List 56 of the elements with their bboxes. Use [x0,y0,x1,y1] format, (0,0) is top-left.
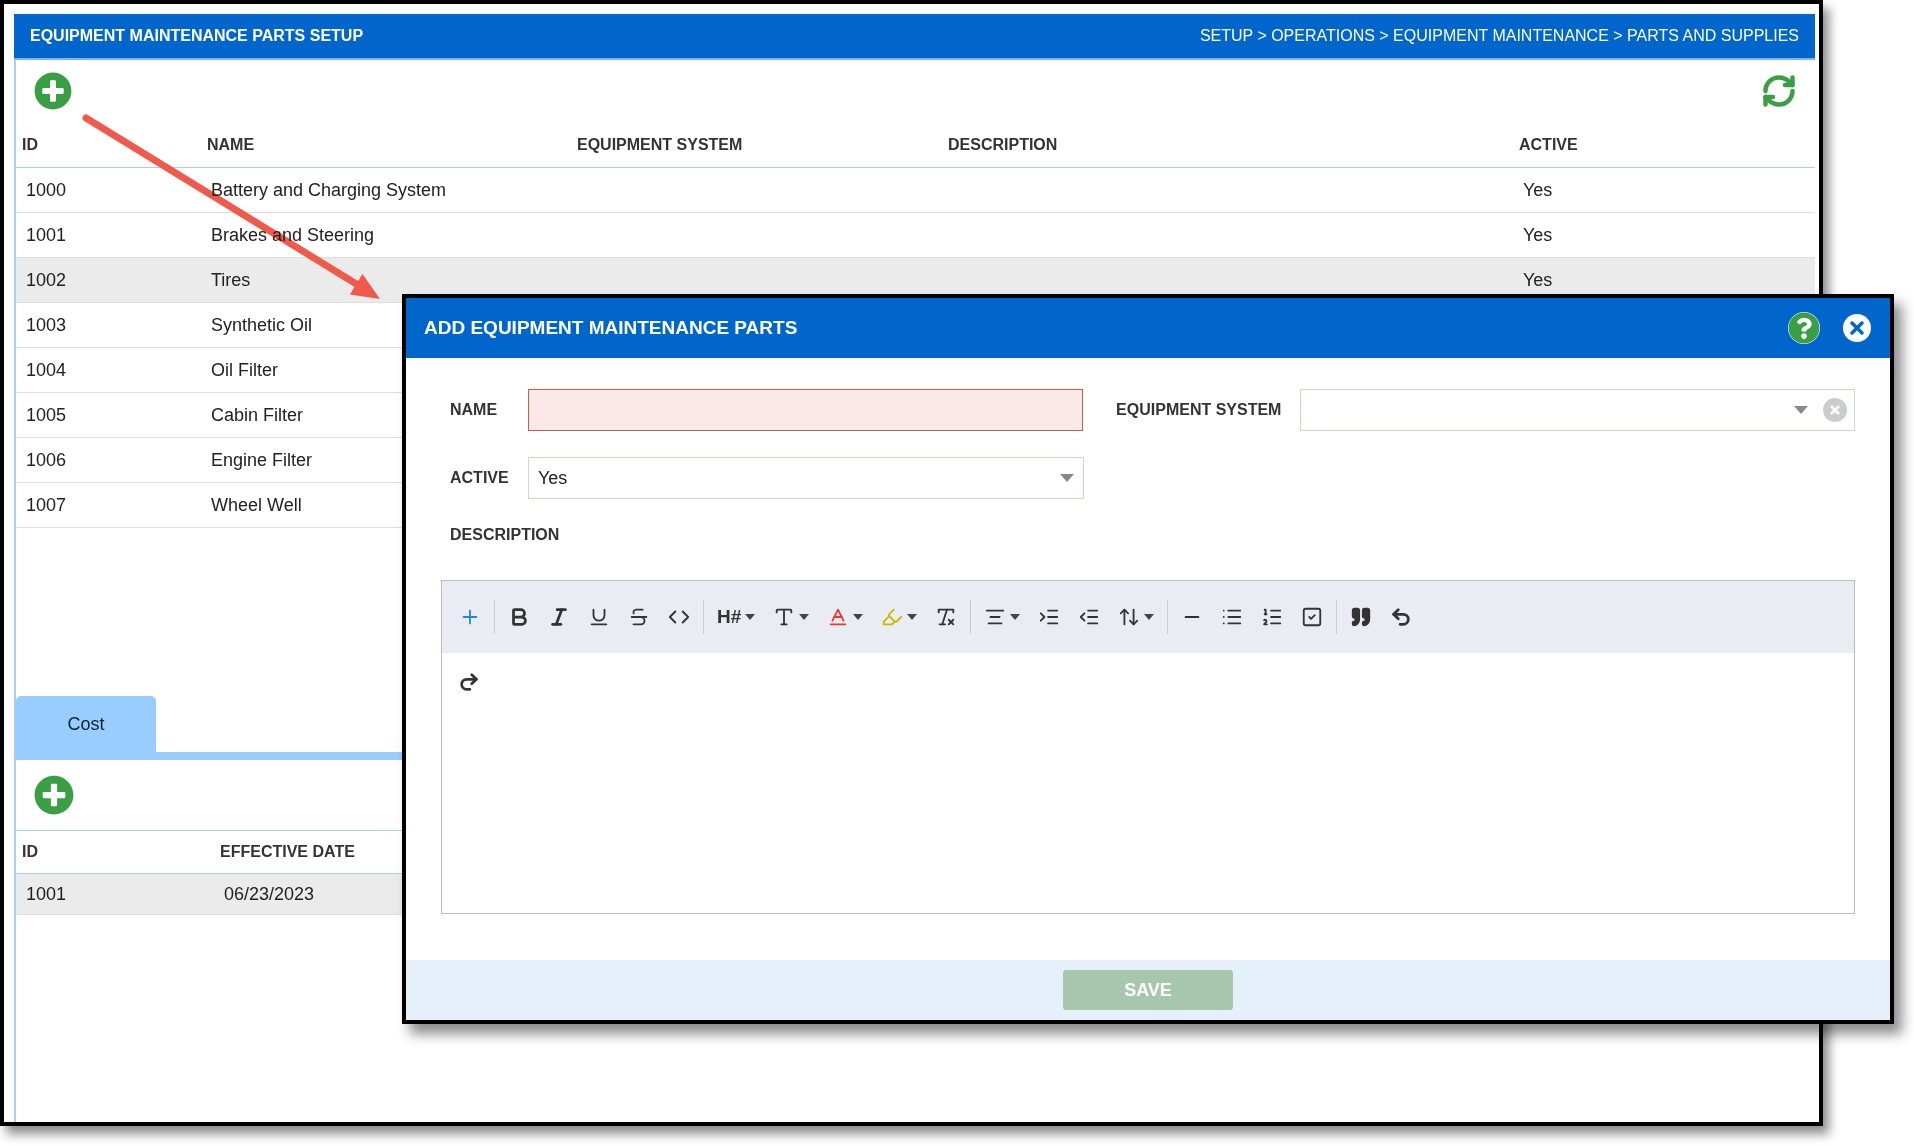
table-cell-text: Synthetic Oil [211,313,313,337]
help-icon[interactable] [1788,312,1820,344]
caret-icon [853,614,864,620]
table-cell-text: 1005 [26,403,67,427]
active-dropdown[interactable]: Yes [528,457,1084,499]
add-button[interactable] [34,72,72,110]
heading-button[interactable]: H# [708,597,765,637]
table-cell-text: 1003 [26,313,67,337]
table-cell-text: Engine Filter [211,448,313,472]
table-cell-text: 1000 [26,178,67,202]
field-label: DESCRIPTION [450,525,560,545]
table-cell-text: 1004 [26,358,67,382]
name-field[interactable] [527,389,1084,431]
tab[interactable]: Cost [16,696,156,752]
caret-icon [907,614,918,620]
table-cell-text: 1006 [26,448,67,472]
table-cell-text: Yes [1523,223,1553,247]
table-cell-text: 1001 [25,882,68,906]
line-height-icon [1118,606,1141,628]
field-label: EQUIPMENT SYSTEM [1116,400,1283,420]
rich-text-editor[interactable]: H# [441,580,1855,914]
page-title: EQUIPMENT MAINTENANCE PARTS SETUP [30,26,364,46]
caret-icon [799,614,810,620]
column-header: ACTIVE [1518,134,1579,155]
caret-icon [1144,614,1155,620]
table-cell-text: Yes [1523,268,1553,292]
table-cell-text: 1007 [26,493,67,517]
table-cell-text: Cabin Filter [211,403,304,427]
table-cell-text: Yes [1523,178,1553,202]
column-header: NAME [206,134,256,155]
refresh-icon[interactable] [1761,73,1797,109]
column-header: EQUIPMENT SYSTEM [576,134,744,155]
caret-icon [1794,406,1808,414]
caret-icon [745,614,756,620]
save-button: SAVE [1063,970,1233,1010]
column-header: ID [21,842,39,862]
table-cell-text: Tires [211,268,251,292]
field-label: ACTIVE [449,468,510,488]
table-cell-text: 1001 [26,223,67,247]
clear-icon [1822,397,1848,423]
breadcrumb: SETUP > OPERATIONS > EQUIPMENT MAINTENANCE > PARTS AND SUPPLIES [1199,26,1799,46]
dialog-title: ADD EQUIPMENT MAINTENANCE PARTS [424,315,798,340]
add-button[interactable] [34,775,74,815]
table-cell-text: 1002 [26,268,67,292]
redo-icon[interactable] [458,671,480,693]
caret-icon [1010,614,1021,620]
column-header: ID [21,134,39,155]
field-label: NAME [449,400,499,420]
close-icon[interactable] [1842,313,1872,343]
table-cell-text: Battery and Charging System [211,178,447,202]
column-header: EFFECTIVE DATE [219,842,356,862]
table-cell-text: 06/23/2023 [223,882,316,906]
column-header: DESCRIPTION [947,134,1059,155]
table-cell-text: Oil Filter [211,358,278,382]
table-cell-text: Wheel Well [211,493,302,517]
highlighter-icon [881,606,904,628]
